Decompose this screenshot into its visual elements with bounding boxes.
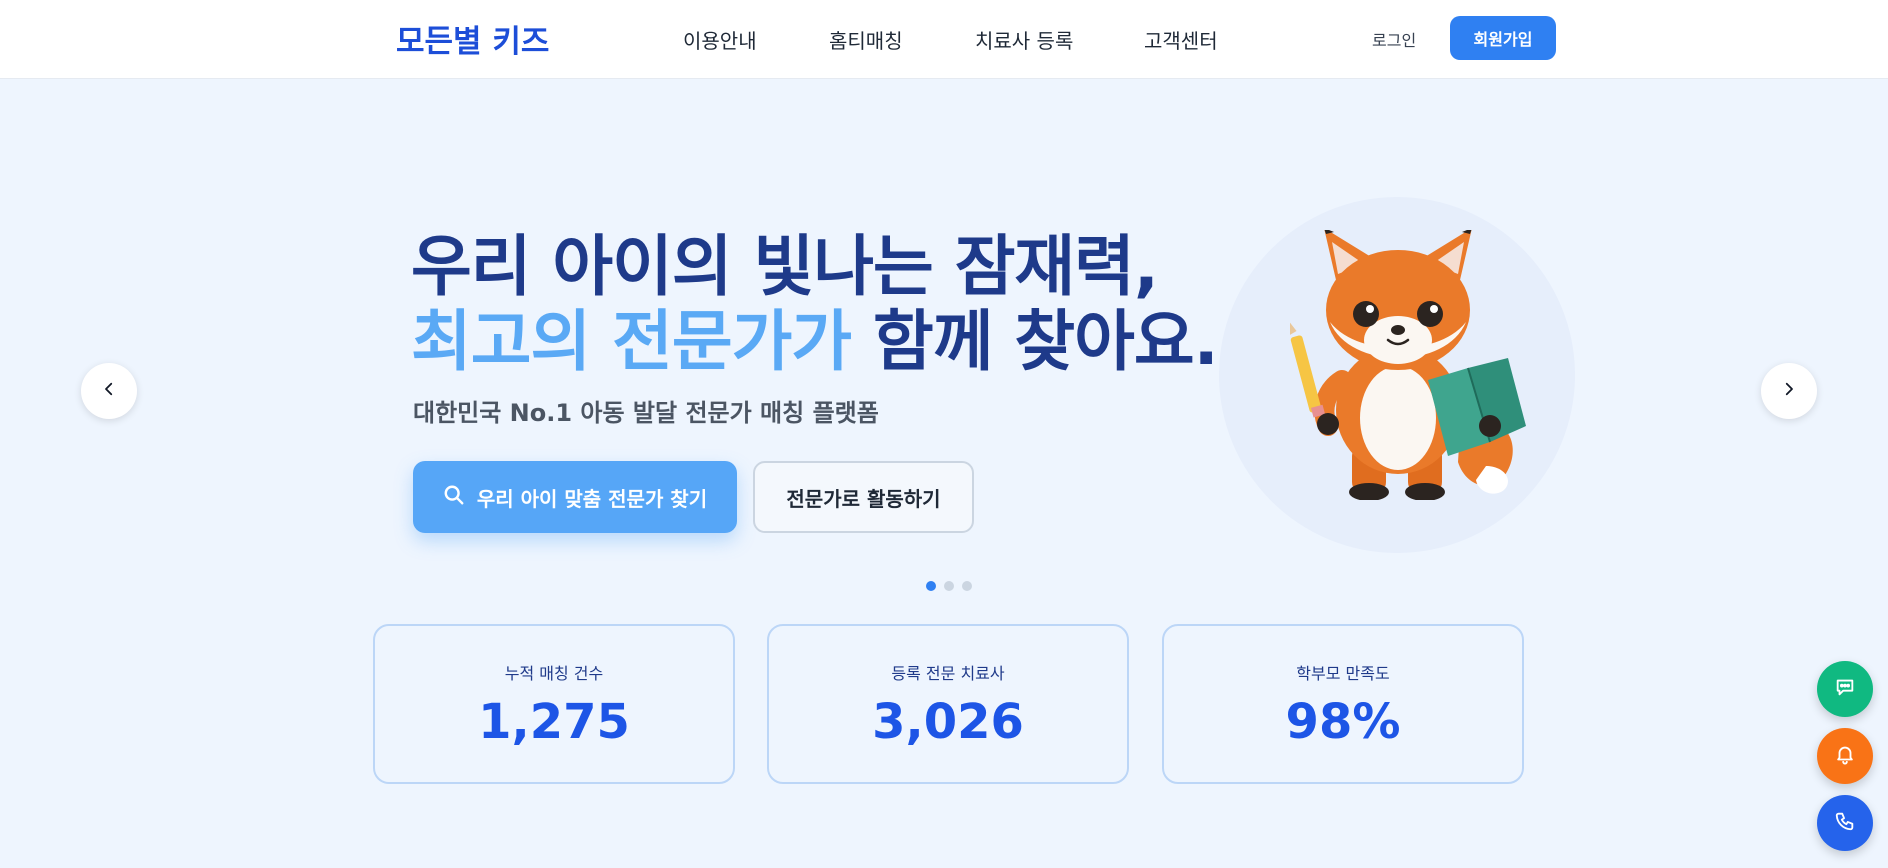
stat-card-satisfaction: 학부모 만족도 98% — [1162, 624, 1524, 784]
hero-title-rest: 함께 찾아요. — [851, 303, 1219, 380]
stat-value: 98% — [1285, 694, 1401, 750]
chat-button[interactable] — [1817, 661, 1873, 717]
notification-button[interactable] — [1817, 728, 1873, 784]
stat-label: 학부모 만족도 — [1296, 664, 1390, 683]
signup-button[interactable]: 회원가입 — [1450, 16, 1556, 60]
carousel-dot-3[interactable] — [962, 581, 972, 591]
stat-card-matching: 누적 매칭 건수 1,275 — [373, 624, 735, 784]
stat-label: 등록 전문 치료사 — [891, 664, 1005, 683]
nav-link-customer-center[interactable]: 고객센터 — [1144, 25, 1218, 54]
nav-link-guide[interactable]: 이용안내 — [683, 25, 757, 54]
stat-label: 누적 매칭 건수 — [504, 664, 604, 683]
carousel-dot-1[interactable] — [926, 581, 936, 591]
call-button[interactable] — [1817, 795, 1873, 851]
stat-value: 3,026 — [872, 694, 1024, 750]
chevron-right-icon — [1780, 380, 1798, 402]
hero-title-line2: 최고의 전문가가 함께 찾아요. — [411, 288, 1219, 384]
carousel-next-button[interactable] — [1761, 363, 1817, 419]
phone-icon — [1834, 810, 1856, 836]
hero-title-accent: 최고의 전문가가 — [411, 303, 852, 380]
fox-mascot-illustration — [1290, 230, 1526, 500]
find-expert-label: 우리 아이 맞춤 전문가 찾기 — [476, 486, 708, 511]
login-link[interactable]: 로그인 — [1372, 27, 1416, 51]
stat-card-therapists: 등록 전문 치료사 3,026 — [767, 624, 1129, 784]
nav-link-therapist-register[interactable]: 치료사 등록 — [975, 25, 1073, 54]
bell-icon — [1834, 743, 1856, 769]
top-navbar: 모든별 키즈 이용안내 홈티매칭 치료사 등록 고객센터 로그인 회원가입 — [0, 0, 1888, 79]
search-icon — [443, 484, 465, 511]
find-expert-button[interactable]: 우리 아이 맞춤 전문가 찾기 — [413, 461, 737, 533]
carousel-dots — [926, 581, 972, 591]
chevron-left-icon — [100, 380, 118, 402]
carousel-dot-2[interactable] — [944, 581, 954, 591]
hero-subtitle: 대한민국 No.1 아동 발달 전문가 매칭 플랫폼 — [413, 399, 879, 427]
stat-value: 1,275 — [478, 694, 630, 750]
become-expert-button[interactable]: 전문가로 활동하기 — [753, 461, 974, 533]
site-logo[interactable]: 모든별 키즈 — [396, 16, 549, 61]
carousel-prev-button[interactable] — [81, 363, 137, 419]
nav-link-home-matching[interactable]: 홈티매칭 — [829, 25, 903, 54]
chat-icon — [1834, 676, 1856, 702]
